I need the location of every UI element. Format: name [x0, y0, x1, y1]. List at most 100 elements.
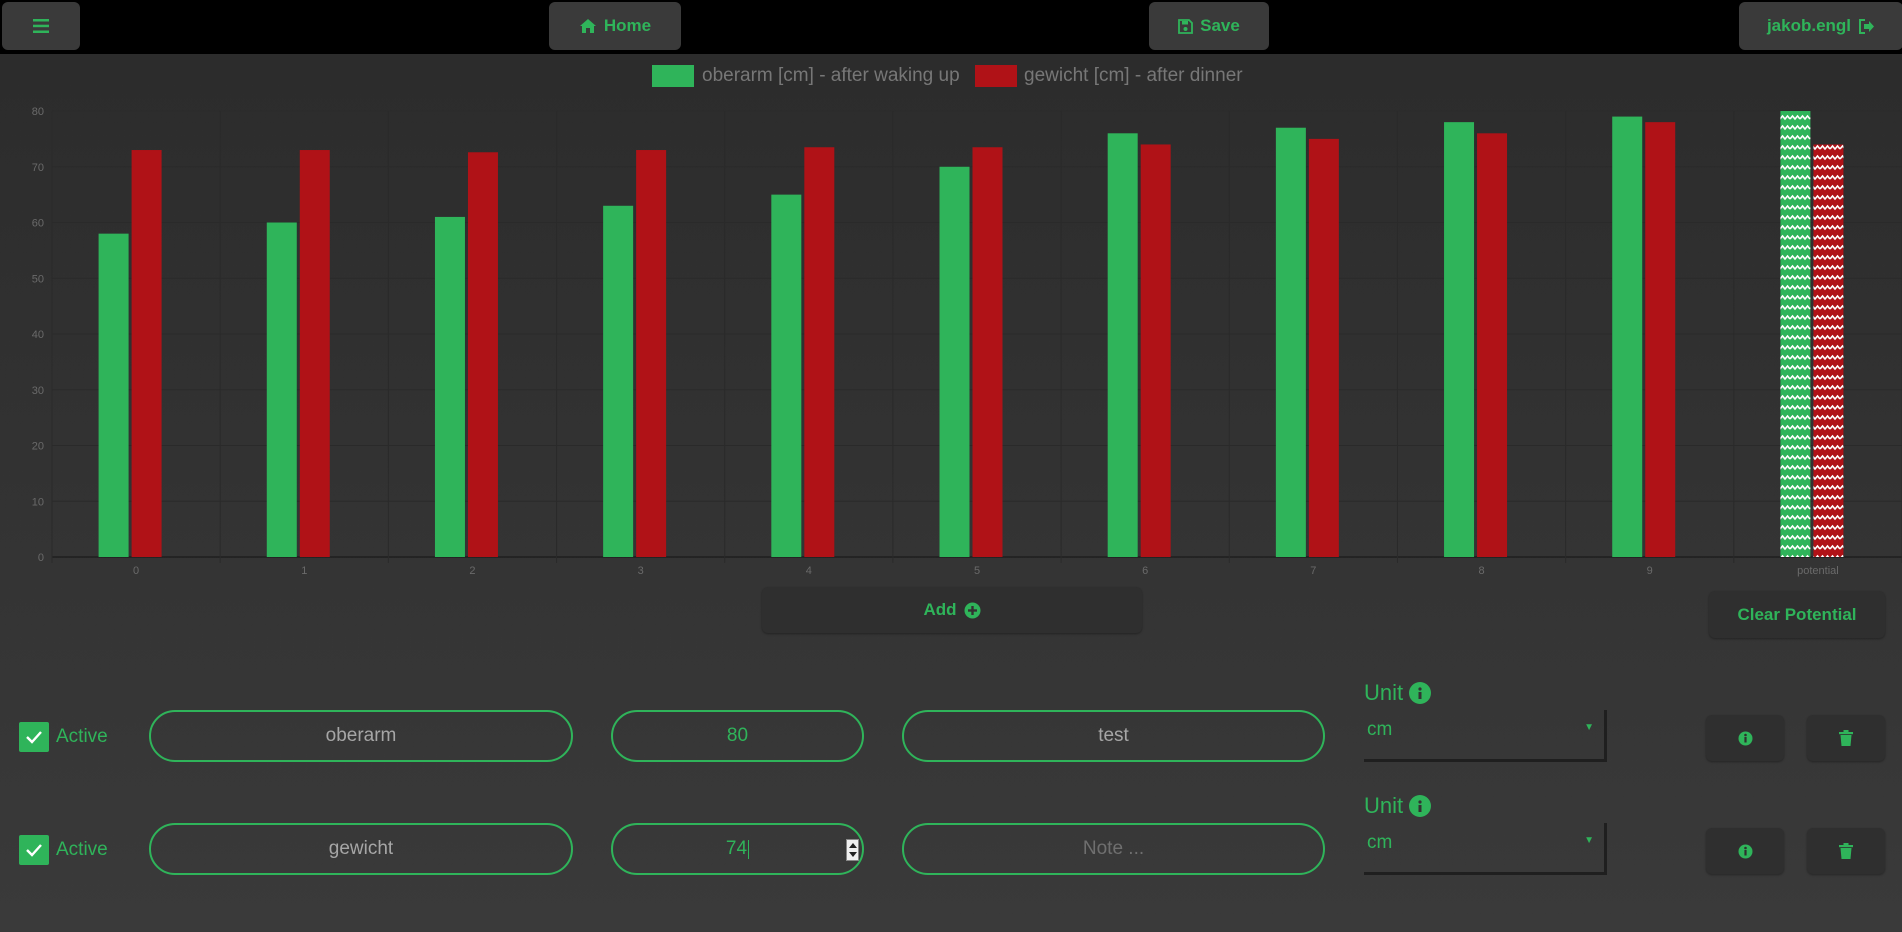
- y-tick-label: 50: [32, 273, 44, 285]
- x-tick-label: 5: [974, 565, 980, 577]
- unit-label-text: Unit: [1364, 793, 1404, 818]
- floppy-icon: [1178, 18, 1194, 34]
- active-checkbox[interactable]: [19, 835, 49, 865]
- bar: [603, 205, 634, 557]
- measurement-row: Active gewicht 74 Note ... Unit cm ▼: [0, 783, 1902, 883]
- x-tick-label: potential: [1797, 565, 1839, 577]
- home-icon: [579, 19, 596, 33]
- info-icon[interactable]: [1409, 682, 1432, 704]
- name-input-value: gewicht: [328, 838, 394, 859]
- info-icon[interactable]: [1409, 795, 1432, 817]
- legend-swatch-gewicht: [975, 65, 1017, 87]
- y-tick-label: 30: [32, 385, 44, 397]
- name-input[interactable]: oberarm: [149, 710, 573, 762]
- x-tick-label: 2: [469, 565, 475, 577]
- legend-label-gewicht: gewicht [cm] - after dinner: [1024, 65, 1243, 86]
- delete-button[interactable]: [1807, 828, 1885, 874]
- info-button[interactable]: [1706, 828, 1784, 874]
- bar: [467, 152, 498, 557]
- plus-circle-icon: [964, 602, 981, 618]
- x-tick-label: 7: [1310, 565, 1316, 577]
- x-tick-label: 4: [806, 565, 812, 577]
- name-input[interactable]: gewicht: [149, 823, 573, 875]
- x-tick-label: 6: [1142, 565, 1148, 577]
- bar: [299, 150, 330, 557]
- trash-icon: [1839, 843, 1853, 859]
- note-input-placeholder: Note ...: [1082, 838, 1145, 859]
- note-input[interactable]: test: [902, 710, 1325, 762]
- y-axis-ticks: 0 10 20 30 40 50 60 70 80: [32, 106, 44, 564]
- info-button[interactable]: [1706, 715, 1784, 761]
- y-tick-label: 60: [32, 218, 44, 230]
- bar-chart: oberarm [cm] - after waking up gewicht […: [32, 65, 1902, 577]
- add-label: Add: [923, 600, 957, 619]
- bar: [939, 166, 970, 557]
- bar: [636, 150, 667, 557]
- top-navbar: Home Save jakob.engl: [0, 0, 1902, 54]
- dropdown-caret-icon: ▼: [1584, 722, 1594, 733]
- menu-button[interactable]: [2, 2, 80, 50]
- x-tick-label: 0: [133, 565, 139, 577]
- bar: [972, 147, 1003, 558]
- home-button[interactable]: Home: [549, 2, 681, 50]
- x-tick-label: 3: [638, 565, 644, 577]
- user-logout-button[interactable]: jakob.engl: [1739, 2, 1902, 50]
- save-button[interactable]: Save: [1149, 2, 1269, 50]
- clear-potential-label: Clear Potential: [1737, 604, 1857, 624]
- bar: [434, 216, 465, 558]
- info-icon: [1738, 731, 1752, 745]
- active-checkbox[interactable]: [19, 722, 49, 752]
- x-tick-label: 9: [1647, 565, 1653, 577]
- potential-bar: [1780, 111, 1811, 557]
- unit-label: Unit: [1364, 793, 1432, 819]
- unit-select-value: cm: [1367, 719, 1393, 740]
- sign-out-icon: [1859, 18, 1875, 34]
- username-label: jakob.engl: [1766, 16, 1852, 35]
- bar: [771, 194, 802, 557]
- checkmark-icon: [26, 731, 42, 744]
- measurement-row: Active oberarm 80 test Unit cm ▼: [0, 670, 1902, 770]
- x-axis-ticks: 0 1 2 3 4 5 6 7 8 9 potential: [133, 565, 1839, 577]
- unit-label-text: Unit: [1364, 680, 1404, 705]
- active-label: Active: [56, 726, 108, 747]
- trash-icon: [1839, 730, 1853, 746]
- bar: [804, 147, 835, 558]
- potential-bar: [1813, 144, 1844, 557]
- bar: [98, 233, 129, 557]
- value-input-value: 74: [725, 838, 748, 859]
- number-spinner[interactable]: [846, 839, 859, 861]
- value-input[interactable]: 80: [611, 710, 864, 762]
- unit-select[interactable]: cm ▼: [1364, 823, 1607, 875]
- add-button[interactable]: Add: [762, 587, 1142, 633]
- hamburger-icon: [33, 19, 49, 33]
- note-input[interactable]: Note ...: [902, 823, 1325, 875]
- text-cursor: [748, 839, 750, 859]
- chart-legend: oberarm [cm] - after waking up gewicht […: [652, 65, 1243, 87]
- home-label: Home: [603, 16, 652, 35]
- unit-select-value: cm: [1367, 832, 1393, 853]
- bar: [131, 150, 162, 557]
- y-tick-label: 10: [32, 496, 44, 508]
- bar: [1275, 127, 1306, 557]
- bar: [1308, 138, 1339, 557]
- clear-potential-button[interactable]: Clear Potential: [1709, 591, 1885, 638]
- y-tick-label: 20: [32, 441, 44, 453]
- unit-label: Unit: [1364, 680, 1432, 706]
- bar: [1612, 116, 1643, 557]
- bar: [1140, 144, 1171, 557]
- x-tick-label: 1: [301, 565, 307, 577]
- bar: [1477, 133, 1508, 558]
- y-tick-label: 70: [32, 162, 44, 174]
- y-tick-label: 40: [32, 329, 44, 341]
- info-icon: [1738, 844, 1752, 858]
- bar: [1107, 133, 1138, 558]
- note-input-value: test: [1098, 725, 1129, 746]
- value-input[interactable]: 74: [611, 823, 864, 875]
- bar: [1444, 122, 1475, 558]
- unit-select[interactable]: cm ▼: [1364, 710, 1607, 762]
- y-tick-label: 80: [32, 106, 44, 118]
- x-tick-label: 8: [1478, 565, 1484, 577]
- value-input-value: 80: [726, 725, 749, 746]
- bar: [1645, 122, 1676, 558]
- delete-button[interactable]: [1807, 715, 1885, 761]
